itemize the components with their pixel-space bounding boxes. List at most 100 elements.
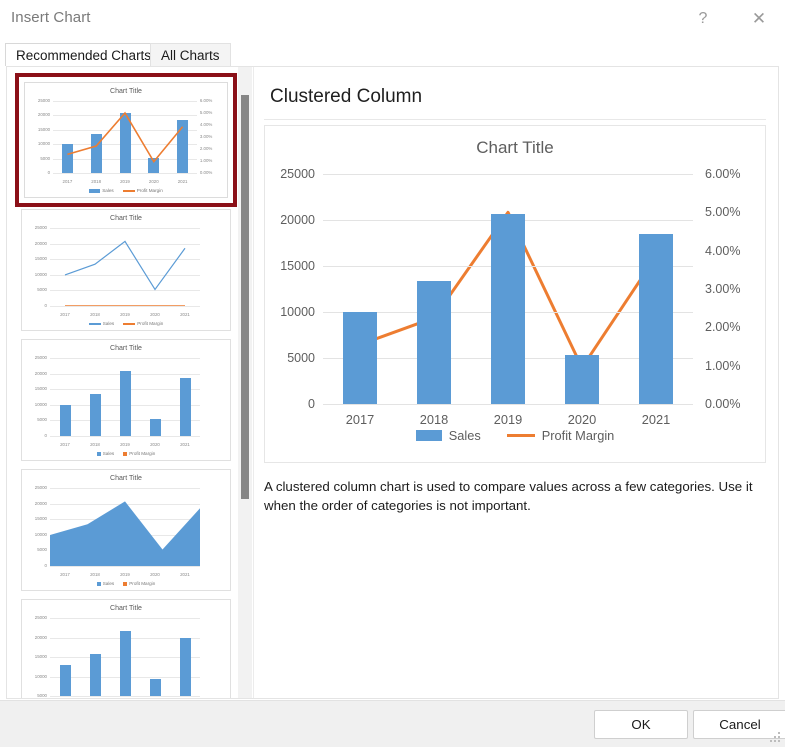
thumbnail-legend-item-sales: Sales [96,581,115,586]
thumbnail-legend-swatch [123,451,128,456]
thumbnail-y-tick: 25000 [34,615,47,620]
resize-grip[interactable] [770,732,782,744]
thumbnail-bar-sales [119,371,131,436]
legend-label-sales: Sales [448,428,481,443]
thumbnail-x-tick: 2019 [120,442,130,447]
thumbnail-y-tick: 25000 [34,355,47,360]
thumbnail-legend-swatch [89,188,101,193]
thumbnail-legend: Sales Profit Margin [25,188,227,193]
thumbnail-legend-label: Profit Margin [137,321,164,326]
tab-all-charts[interactable]: All Charts [150,43,231,66]
dialog-title: Insert Chart [11,9,91,26]
bar-sales [343,312,377,404]
thumbnail-x-tick: 2021 [177,179,188,184]
thumbnail-y2-tick: 2.00% [199,145,213,151]
thumbnail-plot-area: 25000 20000 15000 10000 5000 0 6.00% 5.00% 4.00%… [38,98,212,184]
thumbnail-x-tick: 2017 [62,179,73,184]
chart-thumbnail[interactable]: Chart Title25000200001500010000500020172… [21,599,231,698]
chart-thumbnail-inner: Chart Title25000200001500010000500020172… [22,600,230,698]
thumbnail-chart-title: Chart Title [110,605,142,612]
thumbnail-y-tick: 10000 [37,141,51,147]
chart-thumbnail[interactable]: Chart Title 25000 20000 15000 10000 5000 0 2017… [21,339,231,461]
thumbnail-legend-label: Sales [102,451,115,456]
chart-thumbnail[interactable]: Chart Title 25000 20000 15000 10000 5000 0 2017… [21,209,231,331]
chart-thumbnail[interactable]: Chart Title 25000 20000 15000 10000 5000 0 2017… [21,469,231,591]
x-axis-tick: 2021 [641,412,671,427]
bar-sales [565,355,599,404]
thumbnail-x-tick: 2019 [120,572,130,577]
thumbnail-y-tick: 0 [47,170,51,175]
insert-chart-dialog: Insert Chart ? ✕ Recommended Charts All … [0,0,785,747]
chart-thumbnail-inner: Chart Title 25000 20000 15000 10000 5000 0 6.00… [24,82,228,198]
thumbnail-x-tick: 2017 [60,312,70,317]
thumbnail-x-tick: 2020 [148,179,159,184]
recommended-charts-list[interactable]: Chart Title 25000 20000 15000 10000 5000 0 6.00… [7,67,253,698]
thumbnail-y-tick: 5000 [37,693,47,698]
x-axis-tick: 2019 [493,412,523,427]
thumbnail-chart-title: Chart Title [110,88,142,95]
x-axis-tick: 2017 [345,412,375,427]
thumbnail-y2-tick: 5.00% [199,109,213,115]
thumbnail-x-tick: 2017 [60,442,70,447]
grip-dot [778,736,780,738]
thumbnail-x-tick: 2017 [60,572,70,577]
thumbnail-bar-sales [59,664,71,696]
y-axis-tick-primary: 20000 [280,213,315,227]
thumbnail-legend-item-sales: Sales [96,451,115,456]
thumbnail-y-tick: 25000 [34,225,47,230]
legend-item-sales: Sales [415,428,481,443]
chart-thumbnail-inner: Chart Title 25000 20000 15000 10000 5000 0 2017… [22,210,230,330]
chart-thumbnail-inner: Chart Title 25000 20000 15000 10000 5000 0 2017… [22,470,230,590]
thumbnail-legend-label: Sales [102,581,115,586]
grip-dot [774,740,776,742]
help-icon[interactable]: ? [685,5,721,33]
thumbnail-legend-swatch [123,581,128,586]
y-axis-tick-secondary: 0.00% [705,397,741,411]
thumbnail-series-svg [50,501,200,566]
y-axis-tick-secondary: 3.00% [705,282,741,296]
y-axis-tick-primary: 15000 [280,259,315,273]
y-axis-tick-secondary: 2.00% [705,320,741,335]
tab-recommended-charts-label: Recommended Charts [16,47,152,63]
thumbnail-legend-swatch [96,451,101,456]
chart-thumbnail[interactable]: Chart Title 25000 20000 15000 10000 5000 0 6.00… [15,73,237,207]
thumbnail-y-tick: 20000 [34,500,47,506]
thumbnail-gridline [50,696,200,697]
thumbnail-gridline [50,566,200,567]
tab-recommended-charts[interactable]: Recommended Charts [5,43,163,66]
thumbnail-legend-item-profit-margin: Profit Margin [122,188,163,193]
ok-button[interactable]: OK [594,710,688,739]
thumbnail-scrollbar-thumb[interactable] [241,95,249,499]
bar-sales [491,213,525,404]
thumbnail-series-svg [53,101,197,173]
thumbnail-x-tick: 2020 [150,442,160,447]
thumbnail-legend-item-profit-margin: Profit Margin [123,451,155,456]
thumbnail-bar-sales [89,394,101,436]
thumbnail-x-tick: 2021 [180,442,190,447]
thumbnail-x-tick: 2018 [91,179,102,184]
thumbnail-legend-label: Profit Margin [129,451,156,456]
grip-dot [770,740,772,742]
thumbnail-x-tick: 2020 [150,312,160,317]
thumbnail-gridline [50,618,200,619]
y-axis-tick-secondary: 6.00% [705,167,741,181]
thumbnail-gridline [50,436,200,437]
thumbnail-x-tick: 2018 [90,572,100,577]
thumbnail-chart-title: Chart Title [110,475,142,482]
thumbnail-legend-swatch [88,322,101,325]
legend-label-profit-margin: Profit Margin [541,428,615,443]
close-icon[interactable]: ✕ [741,5,777,33]
legend-swatch-sales [415,430,442,441]
cancel-button-label: Cancel [719,717,761,732]
thumbnail-y-tick: 20000 [34,634,47,640]
preview-heading: Clustered Column [270,86,423,107]
y-axis-tick-primary: 10000 [280,305,315,319]
thumbnail-bar-sales [179,638,191,696]
thumbnail-plot-area: 25000 20000 15000 10000 5000 0 2017 2018 2019 202… [35,225,200,317]
x-axis-tick: 2020 [567,412,597,427]
chart-preview-pane: Clustered Column Chart Title 0 5000 10000 1… [253,67,778,698]
chart-description: A clustered column chart is used to comp… [264,479,753,514]
thumbnail-legend-swatch [96,581,101,586]
dialog-titlebar: Insert Chart ? ✕ [0,0,785,38]
thumbnail-legend-label: Profit Margin [136,188,163,193]
